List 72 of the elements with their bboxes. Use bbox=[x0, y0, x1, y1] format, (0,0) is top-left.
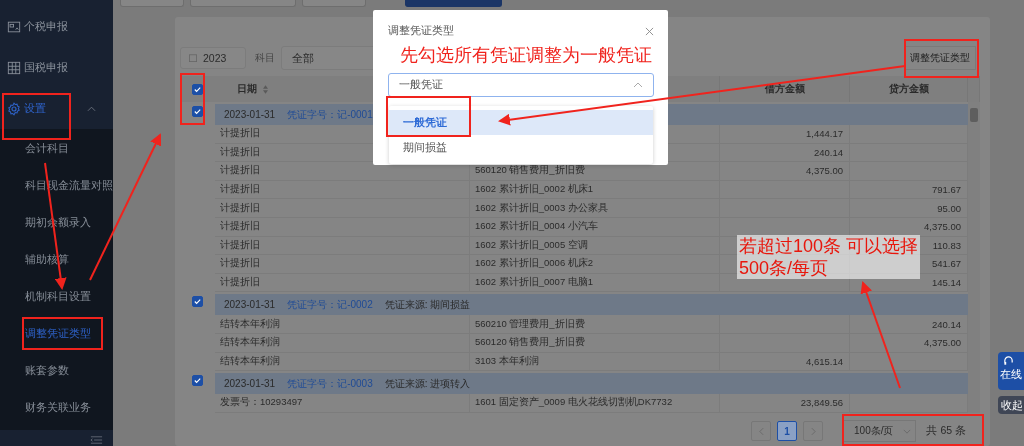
scrollbar-thumb[interactable] bbox=[970, 108, 978, 122]
table-cell: 1602 累计折旧_0007 电脑1 bbox=[470, 273, 720, 293]
table-cell: 4,615.14 bbox=[720, 352, 850, 372]
dropdown-option[interactable]: 一般凭证 bbox=[389, 110, 653, 135]
menu-collapse-icon[interactable] bbox=[90, 436, 103, 444]
table-cell: 计提折旧 bbox=[215, 217, 470, 237]
voucher-source: 凭证来源: 进项转入 bbox=[384, 376, 471, 391]
table-cell: 计提折旧 bbox=[215, 180, 470, 200]
voucher-date: 2023-01-31 bbox=[224, 299, 276, 311]
table-cell: 23,849.56 bbox=[720, 394, 850, 413]
table-cell: 1602 累计折旧_0002 机床1 bbox=[470, 180, 720, 200]
table-cell: 560210 管理费用_折旧费 bbox=[470, 315, 720, 334]
table-cell: 计提折旧 bbox=[215, 199, 470, 218]
toolbar-button[interactable] bbox=[302, 0, 366, 7]
voucher-checkbox[interactable] bbox=[192, 106, 203, 117]
submenu-item[interactable]: 会计科目 bbox=[0, 130, 113, 167]
page-button[interactable]: 1 bbox=[777, 421, 797, 441]
table-cell: 结转本年利润 bbox=[215, 315, 470, 334]
subject-label: 科目 bbox=[255, 51, 275, 65]
menu-item[interactable]: 设置 bbox=[0, 88, 113, 129]
submenu-item[interactable]: 调整凭证类型 bbox=[0, 315, 113, 352]
chevron-up-icon bbox=[633, 82, 643, 88]
total-count: 共 65 条 bbox=[926, 424, 966, 438]
table-cell: 1602 累计折旧_0006 机床2 bbox=[470, 255, 720, 274]
table-cell: 计提折旧 bbox=[215, 273, 470, 293]
voucher-date: 2023-01-31 bbox=[224, 378, 276, 390]
close-icon[interactable] bbox=[645, 26, 654, 36]
collapse-button[interactable]: 收起 bbox=[998, 396, 1024, 414]
toolbar-button[interactable] bbox=[190, 0, 296, 7]
table-cell: 1602 累计折旧_0004 小汽车 bbox=[470, 217, 720, 237]
headset-icon bbox=[1003, 356, 1014, 367]
table-cell: 结转本年利润 bbox=[215, 352, 470, 372]
toolbar-button[interactable] bbox=[120, 0, 184, 7]
calendar-icon bbox=[189, 54, 197, 62]
dialog-title: 调整凭证类型 bbox=[388, 24, 454, 38]
table-cell: 1,444.17 bbox=[720, 125, 850, 144]
year-field[interactable]: 2023 bbox=[180, 47, 246, 69]
settings-icon bbox=[7, 101, 21, 116]
table-cell: 1602 累计折旧_0005 空调 bbox=[470, 236, 720, 256]
table-cell: 240.14 bbox=[720, 143, 850, 163]
table-cell: 计提折旧 bbox=[215, 255, 470, 274]
table-cell: 560120 销售费用_折旧费 bbox=[470, 333, 720, 353]
voucher-checkbox[interactable] bbox=[192, 296, 203, 308]
annotation-box bbox=[2, 93, 71, 140]
table-cell: 结转本年利润 bbox=[215, 333, 470, 353]
voucher-type-select[interactable]: 一般凭证 bbox=[388, 73, 654, 97]
submenu-item[interactable]: 财务关联业务 bbox=[0, 389, 113, 426]
table-cell: 1601 固定资产_0009 电火花线切割机DK7732 bbox=[470, 394, 720, 413]
menu-item[interactable]: 国税申报 bbox=[0, 47, 113, 88]
voucher-source: 凭证来源: 期间损益 bbox=[384, 297, 471, 312]
page-size-select[interactable]: 100条/页 bbox=[843, 420, 917, 442]
menu-item[interactable]: 个税申报 bbox=[0, 6, 113, 47]
table-cell: 计提折旧 bbox=[215, 236, 470, 256]
submenu-item[interactable]: 机制科目设置 bbox=[0, 278, 113, 315]
table-cell: 3103 本年利润 bbox=[470, 352, 720, 372]
annotation-text: 若超过100条 可以选择 500条/每页 bbox=[737, 235, 921, 279]
voucher-date: 2023-01-31 bbox=[224, 109, 276, 120]
table-cell: 1602 累计折旧_0003 办公家具 bbox=[470, 199, 720, 218]
grid-icon bbox=[7, 60, 21, 75]
table-cell: 4,375.00 bbox=[720, 162, 850, 181]
online-service-button[interactable]: 在线 bbox=[998, 352, 1024, 390]
id-card-icon bbox=[7, 19, 21, 34]
column-header: 贷方金额 bbox=[850, 76, 968, 102]
adjust-voucher-type-button[interactable]: 调整凭证类型 bbox=[904, 46, 976, 70]
submenu-item[interactable]: 账套参数 bbox=[0, 352, 113, 389]
sort-icon bbox=[263, 84, 268, 94]
toolbar-button[interactable] bbox=[405, 0, 502, 7]
voucher-checkbox[interactable] bbox=[192, 375, 203, 387]
chevron-down-icon bbox=[903, 428, 912, 434]
select-all-checkbox[interactable] bbox=[192, 83, 203, 95]
table-cell: 发票号：10293497 bbox=[215, 394, 470, 413]
annotation-box bbox=[180, 73, 205, 125]
